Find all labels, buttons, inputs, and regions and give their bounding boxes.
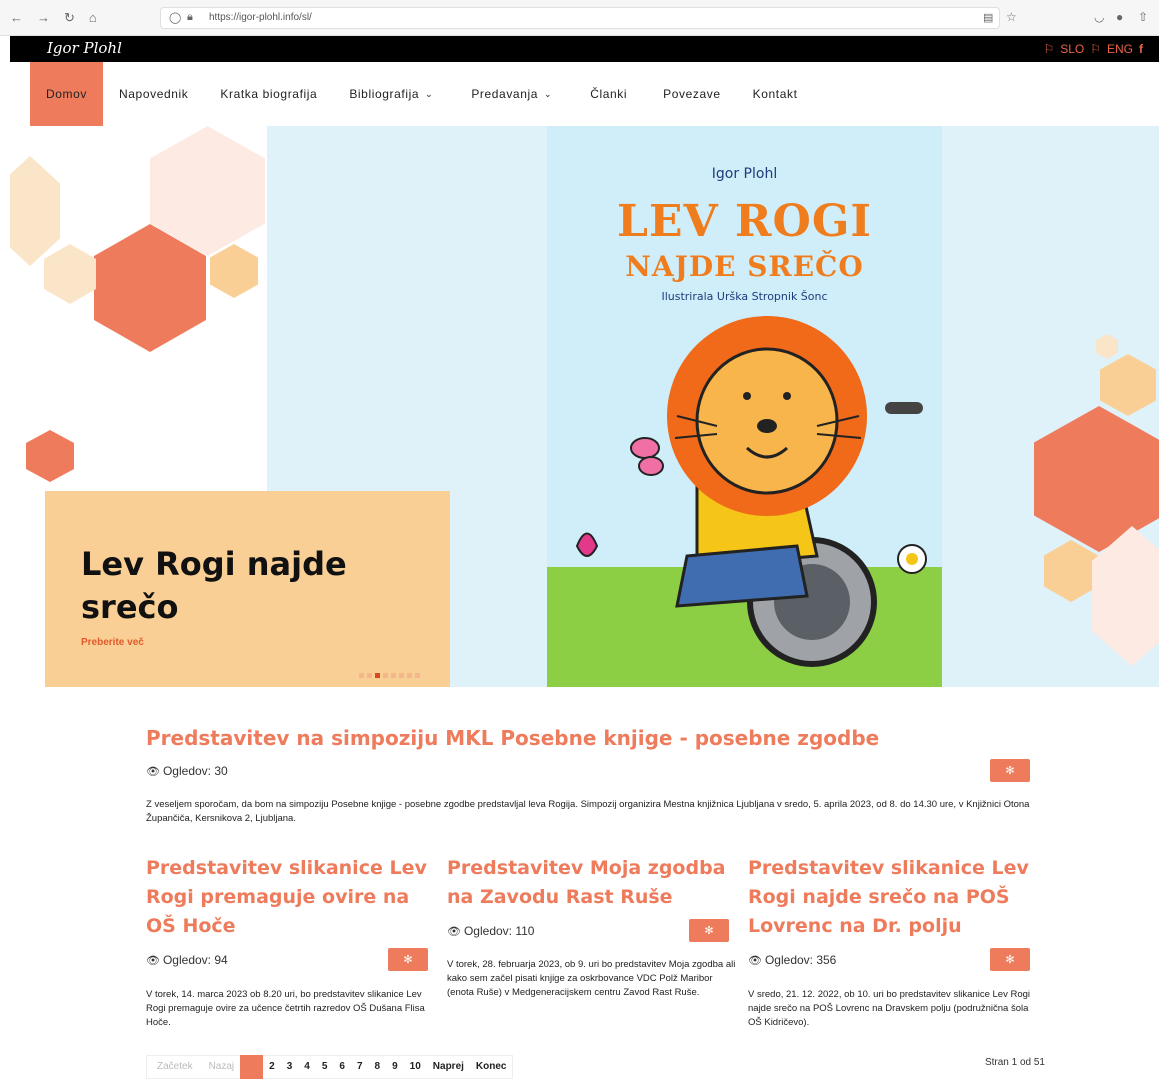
featured-article-text: Z veseljem sporočam, da bom na simpoziju… bbox=[146, 799, 1030, 824]
slider-dot[interactable] bbox=[367, 673, 372, 678]
browser-toolbar: ← → ↻ ⌂ ◯ 🔒︎ https://igor-plohl.info/sl/… bbox=[0, 0, 1159, 36]
view-count: 👁︎ Ogledov: 356 bbox=[748, 953, 836, 967]
hero-slider[interactable]: Igor Plohl LEV ROGI NAJDE SREČO Ilustrir… bbox=[10, 126, 1159, 687]
eye-icon: 👁︎ bbox=[146, 765, 160, 778]
article-text: V torek, 28. februarja 2023, ob 9. uri b… bbox=[447, 959, 736, 998]
extension-icon[interactable]: ● bbox=[1116, 10, 1123, 24]
view-count: 👁︎ Ogledov: 110 bbox=[447, 924, 534, 938]
view-count-text: Ogledov: 94 bbox=[162, 953, 228, 967]
pagination-page[interactable]: 9 bbox=[386, 1055, 404, 1079]
share-icon[interactable]: ⇧ bbox=[1138, 10, 1148, 24]
nav-item-clanki[interactable]: Članki bbox=[572, 62, 643, 126]
forward-icon[interactable]: → bbox=[37, 10, 50, 26]
article-title[interactable]: Predstavitev slikanice Lev Rogi najde sr… bbox=[748, 854, 1038, 941]
view-count-text: Ogledov: 30 bbox=[162, 764, 228, 778]
gear-icon: ✻ bbox=[403, 954, 413, 966]
nav-item-kontakt[interactable]: Kontakt bbox=[737, 62, 814, 126]
flag-icon: ⚐ bbox=[1043, 42, 1055, 56]
bookmark-star-icon[interactable]: ☆ bbox=[1006, 10, 1017, 24]
reader-view-icon[interactable]: ▤ bbox=[983, 11, 993, 24]
slider-dot[interactable] bbox=[415, 673, 420, 678]
pagination-page[interactable]: 5 bbox=[316, 1055, 334, 1079]
slider-dot[interactable] bbox=[359, 673, 364, 678]
eye-icon: 👁︎ bbox=[146, 954, 160, 967]
address-bar[interactable]: ◯ 🔒︎ https://igor-plohl.info/sl/ ▤ bbox=[160, 7, 1000, 29]
pagination-page[interactable]: 2 bbox=[263, 1055, 281, 1079]
language-switcher: ⚐ SLO ⚐ ENG f bbox=[1043, 42, 1143, 56]
pagination-first: Začetek bbox=[157, 1061, 193, 1072]
decor-hexagon bbox=[1100, 354, 1156, 416]
nav-item-home[interactable]: Domov bbox=[30, 62, 104, 126]
facebook-icon[interactable]: f bbox=[1139, 42, 1143, 56]
article-text: V torek, 14. marca 2023 ob 8.20 uri, bo … bbox=[146, 989, 425, 1028]
nav-item-napovednik[interactable]: Napovednik bbox=[103, 62, 204, 126]
slider-dot-active[interactable] bbox=[375, 673, 380, 678]
pagination-next[interactable]: Naprej bbox=[427, 1055, 470, 1079]
nav-item-predavanja[interactable]: Predavanja ⌄ bbox=[451, 62, 572, 126]
nav-label: Bibliografija bbox=[349, 87, 420, 101]
nav-item-povezave[interactable]: Povezave bbox=[643, 62, 737, 126]
slide-caption: Lev Rogi najde srečo Preberite več bbox=[45, 491, 450, 687]
lion-illustration-icon bbox=[575, 316, 927, 667]
pagination-page[interactable]: 4 bbox=[298, 1055, 316, 1079]
pagination-prev: Nazaj bbox=[208, 1061, 235, 1072]
gear-icon: ✻ bbox=[1005, 954, 1015, 966]
article-options-button[interactable]: ✻ bbox=[388, 948, 428, 971]
gear-icon: ✻ bbox=[704, 925, 714, 937]
eye-icon: 👁︎ bbox=[447, 925, 461, 938]
article-title[interactable]: Predstavitev Moja zgodba na Zavodu Rast … bbox=[447, 854, 737, 912]
slider-dots bbox=[359, 673, 420, 678]
home-icon[interactable]: ⌂ bbox=[89, 10, 97, 26]
article-title[interactable]: Predstavitev slikanice Lev Rogi premaguj… bbox=[146, 854, 436, 941]
article-text: V sredo, 21. 12. 2022, ob 10. uri bo pre… bbox=[748, 989, 1031, 1028]
book-cover-image: Igor Plohl LEV ROGI NAJDE SREČO Ilustrir… bbox=[547, 126, 942, 687]
site-topbar: Igor Plohl ⚐ SLO ⚐ ENG f bbox=[10, 36, 1159, 62]
slider-dot[interactable] bbox=[399, 673, 404, 678]
url-text[interactable]: https://igor-plohl.info/sl/ bbox=[209, 12, 312, 23]
pagination-page[interactable]: 8 bbox=[369, 1055, 387, 1079]
chevron-down-icon: ⌄ bbox=[425, 88, 434, 99]
article-options-button[interactable]: ✻ bbox=[990, 759, 1030, 782]
main-nav: Domov Napovednik Kratka biografija Bibli… bbox=[30, 62, 814, 126]
shield-icon: ◯ bbox=[169, 12, 182, 24]
browser-nav-buttons: ← → ↻ ⌂ bbox=[10, 10, 97, 26]
nav-label: Predavanja bbox=[471, 87, 539, 101]
slider-dot[interactable] bbox=[383, 673, 388, 678]
read-more-link[interactable]: Preberite več bbox=[81, 637, 144, 648]
decor-hexagon bbox=[1044, 540, 1098, 602]
slide-title[interactable]: Lev Rogi najde srečo bbox=[81, 543, 411, 629]
nav-item-bio[interactable]: Kratka biografija bbox=[204, 62, 333, 126]
pagination-current bbox=[240, 1055, 264, 1079]
slider-dot[interactable] bbox=[407, 673, 412, 678]
lang-eng-link[interactable]: ENG bbox=[1107, 42, 1133, 56]
article-options-button[interactable]: ✻ bbox=[990, 948, 1030, 971]
pagination-page[interactable]: 3 bbox=[281, 1055, 299, 1079]
article-options-button[interactable]: ✻ bbox=[689, 919, 729, 942]
lang-slo-link[interactable]: SLO bbox=[1060, 42, 1084, 56]
featured-article-title[interactable]: Predstavitev na simpoziju MKL Posebne kn… bbox=[146, 726, 879, 750]
view-count: 👁︎ Ogledov: 94 bbox=[146, 953, 228, 967]
decor-hexagon bbox=[1096, 334, 1118, 359]
lock-icon: 🔒︎ bbox=[187, 11, 193, 23]
pagination-last[interactable]: Konec bbox=[470, 1055, 513, 1079]
view-count-text: Ogledov: 110 bbox=[463, 924, 535, 938]
view-count-text: Ogledov: 356 bbox=[764, 953, 837, 967]
nav-item-bibliografija[interactable]: Bibliografija ⌄ bbox=[333, 62, 451, 126]
gear-icon: ✻ bbox=[1005, 765, 1015, 777]
pagination: Začetek Nazaj 2 3 4 5 6 7 8 9 10 Naprej … bbox=[146, 1055, 514, 1079]
site-logo[interactable]: Igor Plohl bbox=[47, 39, 122, 57]
eye-icon: 👁︎ bbox=[748, 954, 762, 967]
pagination-page[interactable]: 6 bbox=[333, 1055, 351, 1079]
flag-icon: ⚐ bbox=[1090, 42, 1101, 56]
chevron-down-icon: ⌄ bbox=[544, 88, 553, 99]
reload-icon[interactable]: ↻ bbox=[64, 10, 75, 26]
decor-hexagon bbox=[1034, 406, 1159, 552]
pagination-page[interactable]: 7 bbox=[351, 1055, 369, 1079]
view-count: 👁︎ Ogledov: 30 bbox=[146, 764, 228, 778]
pocket-icon[interactable]: ◡ bbox=[1094, 10, 1104, 24]
pagination-page[interactable]: 10 bbox=[404, 1055, 427, 1079]
slider-dot[interactable] bbox=[391, 673, 396, 678]
back-icon[interactable]: ← bbox=[10, 10, 23, 26]
page-info: Stran 1 od 51 bbox=[984, 1057, 1045, 1068]
